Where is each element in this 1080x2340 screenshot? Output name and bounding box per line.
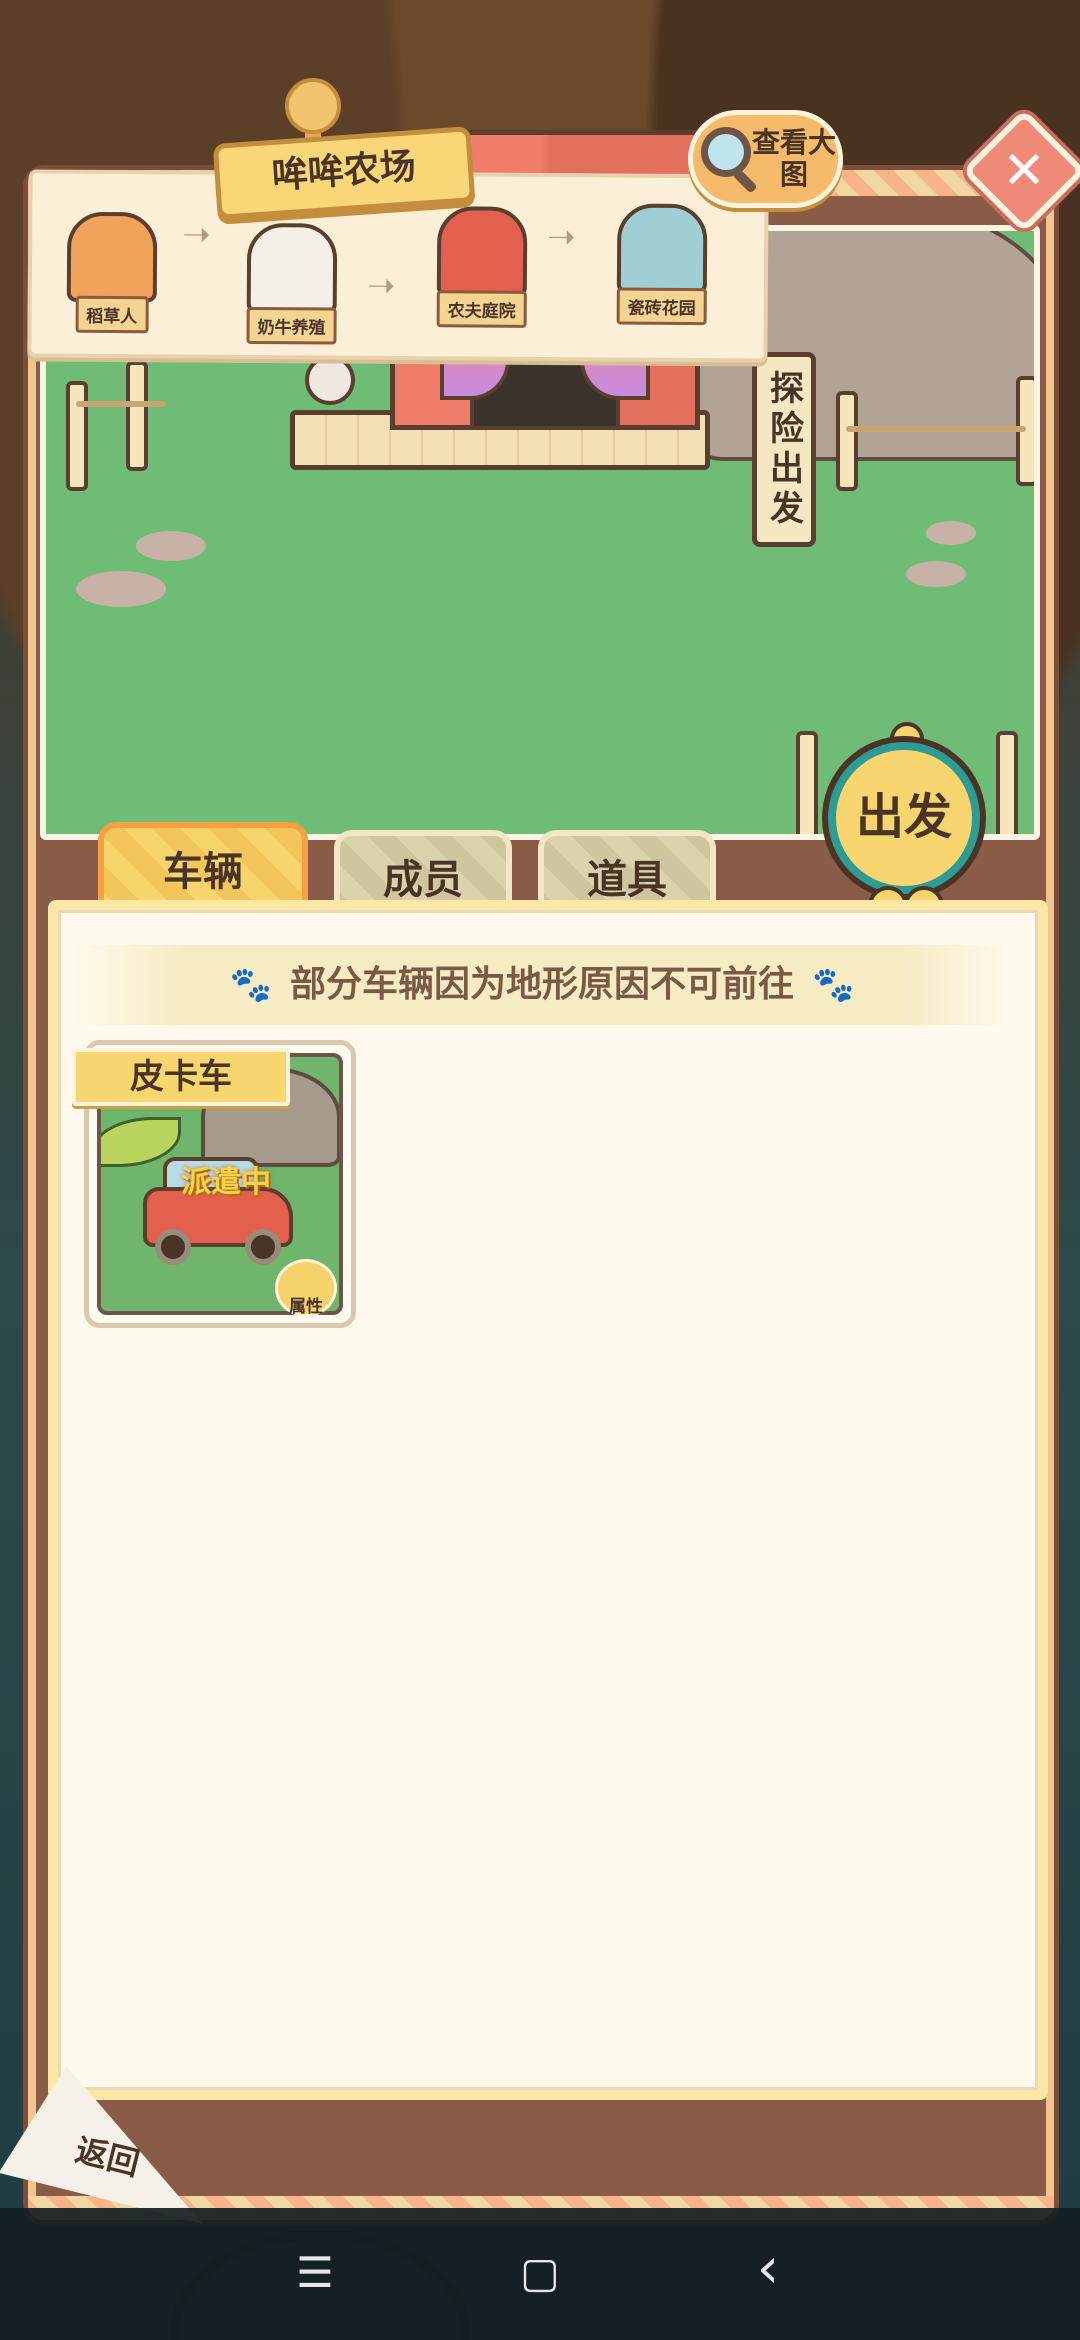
depart-button[interactable]: 出发 (828, 742, 980, 894)
pushpin-icon (285, 78, 341, 134)
arrow-right-icon: ➝ (366, 265, 396, 306)
stage-label: 瓷砖花园 (616, 287, 707, 326)
fountain-icon (616, 203, 708, 295)
back-icon[interactable]: ‹ (728, 2236, 808, 2301)
fence-post (66, 381, 88, 491)
notice-text: 部分车辆因为地形原因不可前往 (289, 964, 794, 1005)
barn-icon (436, 206, 528, 297)
explore-sign: 探险出发 (752, 352, 816, 547)
dispatch-status: 派遣中 (181, 1165, 271, 1200)
stage-scarecrow: 稻草人 (52, 211, 173, 334)
scarecrow-house-icon (66, 211, 158, 303)
stage-label: 奶牛养殖 (246, 306, 337, 345)
close-icon: ✕ (1002, 141, 1046, 201)
pebble (76, 571, 166, 607)
fence-post (796, 731, 818, 834)
magnifier-icon (701, 127, 751, 177)
terrain-notice: 🐾 部分车辆因为地形原因不可前往 🐾 (70, 945, 1014, 1025)
attributes-button[interactable]: 属性 (275, 1259, 337, 1317)
stage-barn: 农夫庭院 (412, 206, 553, 328)
stage-label: 稻草人 (75, 295, 149, 334)
pebble (906, 561, 966, 587)
pebble (136, 531, 206, 561)
fence-post (126, 361, 148, 471)
wheel (245, 1229, 281, 1265)
arrow-right-icon: ➝ (182, 214, 211, 255)
paw-icon: 🐾 (812, 965, 855, 1005)
back-button[interactable]: 返回 (0, 2056, 232, 2224)
vehicle-name: 皮卡车 (72, 1048, 290, 1106)
wheel (155, 1229, 191, 1265)
paw-icon: 🐾 (229, 965, 272, 1005)
stage-label: 农夫庭院 (436, 290, 527, 328)
arrow-right-icon: ➝ (547, 217, 576, 258)
rope (846, 426, 1026, 432)
compass-icon (305, 355, 355, 405)
system-navbar: ☰ ▢ ‹ (0, 2208, 1080, 2340)
rope (76, 401, 166, 407)
fence-post (836, 391, 858, 491)
fence-post (996, 731, 1018, 834)
view-map-label: 查看大图 (751, 126, 836, 191)
stage-garden: 瓷砖花园 (592, 203, 733, 326)
pebble (926, 521, 976, 545)
cow-icon (246, 222, 338, 314)
home-icon[interactable]: ▢ (500, 2248, 580, 2297)
view-map-button[interactable]: 查看大图 (688, 110, 843, 208)
menu-icon[interactable]: ☰ (275, 2248, 355, 2297)
stage-cow: 奶牛养殖 (221, 222, 362, 345)
